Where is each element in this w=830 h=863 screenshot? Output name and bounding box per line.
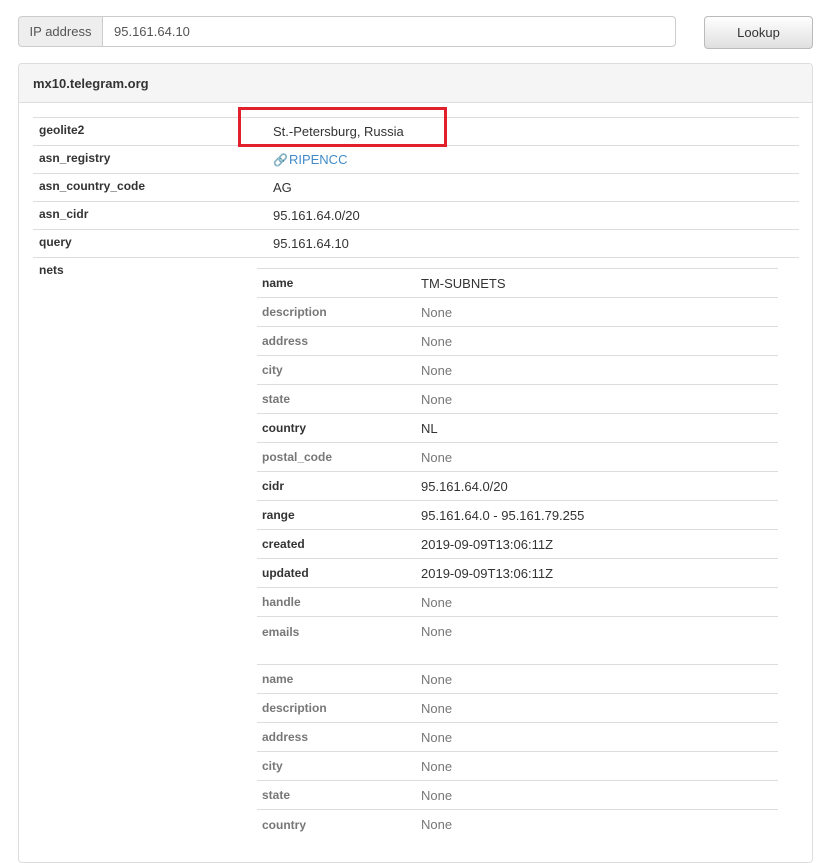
nets-value-cell: name TM-SUBNETS description None address None… [257, 258, 799, 839]
net-field-label: city [262, 363, 283, 377]
query-value: 95.161.64.10 [273, 236, 349, 251]
net-field-value: None [421, 304, 453, 320]
net-row: description None [257, 298, 778, 327]
net-field-label: created [262, 537, 305, 551]
query-label: query [39, 235, 72, 249]
net-row: country NL [257, 414, 778, 443]
result-table: geolite2 St.-Petersburg, Russia asn_regi… [33, 117, 799, 839]
net-field-label: description [262, 701, 327, 715]
net-field-value: None [421, 333, 453, 349]
net-field-value: None [421, 362, 453, 378]
net-row: updated 2019-09-09T13:06:11Z [257, 559, 778, 588]
net-row: city None [257, 356, 778, 385]
net-field-value: 2019-09-09T13:06:11Z [421, 536, 554, 552]
net-field-label: description [262, 305, 327, 319]
link-icon: 🔗 [273, 153, 288, 167]
net-field-label: handle [262, 595, 301, 609]
net-field-label: name [262, 672, 294, 686]
net-row: name None [257, 665, 778, 694]
panel-title: mx10.telegram.org [19, 64, 812, 103]
net-field-label: state [262, 788, 291, 802]
net-field-value: None [421, 729, 453, 745]
asn-country-code-label: asn_country_code [39, 179, 146, 193]
table-row-query: query 95.161.64.10 [33, 229, 799, 257]
table-row-asn-cidr: asn_cidr 95.161.64.0/20 [33, 201, 799, 229]
asn-cidr-label: asn_cidr [39, 207, 89, 221]
net-field-label: address [262, 334, 309, 348]
net-field-label: emails [262, 624, 300, 639]
net-field-value: None [421, 391, 453, 407]
asn-registry-link[interactable]: 🔗RIPENCC [273, 152, 347, 167]
net-field-value: None [421, 671, 453, 687]
asn-registry-link-text: RIPENCC [288, 152, 348, 167]
net-field-label: updated [262, 566, 309, 580]
net-field-label: city [262, 759, 283, 773]
lookup-form: IP address Lookup [18, 16, 813, 49]
net-field-label: address [262, 730, 309, 744]
net-block: name TM-SUBNETS description None address None… [257, 268, 778, 646]
net-row: description None [257, 694, 778, 723]
asn-cidr-value: 95.161.64.0/20 [273, 208, 360, 223]
net-field-value: 95.161.64.0/20 [421, 478, 508, 494]
net-field-label: postal_code [262, 450, 333, 464]
asn-registry-label: asn_registry [39, 151, 111, 165]
net-field-label: range [262, 508, 295, 522]
net-field-label: cidr [262, 479, 285, 493]
ip-address-label: IP address [18, 16, 102, 47]
net-row: cidr 95.161.64.0/20 [257, 472, 778, 501]
table-row-asn-registry: asn_registry 🔗RIPENCC [33, 145, 799, 173]
net-row: postal_code None [257, 443, 778, 472]
result-panel: mx10.telegram.org geolite2 St.-Petersbur… [18, 63, 813, 863]
net-field-value: None [421, 758, 453, 774]
lookup-button[interactable]: Lookup [704, 16, 813, 49]
net-row: emails None [257, 617, 778, 646]
net-row: state None [257, 781, 778, 810]
net-field-value: None [421, 787, 453, 803]
net-row: address None [257, 723, 778, 752]
ip-input-group: IP address [18, 16, 676, 47]
net-field-value: None [421, 449, 453, 465]
net-row: name TM-SUBNETS [257, 269, 778, 298]
table-row-nets: nets name TM-SUBNETS description None addres… [33, 257, 799, 839]
ip-address-input[interactable] [102, 16, 676, 47]
nets-table: name TM-SUBNETS description None address None… [257, 268, 778, 839]
net-field-label: name [262, 276, 294, 290]
net-row: state None [257, 385, 778, 414]
net-field-label: country [262, 421, 307, 435]
net-row: created 2019-09-09T13:06:11Z [257, 530, 778, 559]
table-row-asn-country-code: asn_country_code AG [33, 173, 799, 201]
net-row: city None [257, 752, 778, 781]
net-field-label: country [262, 817, 307, 832]
net-row: handle None [257, 588, 778, 617]
net-field-value: None [421, 817, 453, 832]
net-row: country None [257, 810, 778, 839]
geolite2-label: geolite2 [39, 123, 85, 137]
net-field-value: None [421, 624, 453, 639]
net-field-value: 95.161.64.0 - 95.161.79.255 [421, 507, 585, 523]
asn-registry-value-cell: 🔗RIPENCC [273, 146, 799, 173]
net-field-value: 2019-09-09T13:06:11Z [421, 565, 554, 581]
asn-country-code-value: AG [273, 180, 292, 195]
net-row: range 95.161.64.0 - 95.161.79.255 [257, 501, 778, 530]
net-field-label: state [262, 392, 291, 406]
net-row: address None [257, 327, 778, 356]
net-field-value: TM-SUBNETS [421, 275, 506, 291]
net-field-value: None [421, 594, 453, 610]
geolite2-value: St.-Petersburg, Russia [273, 124, 404, 139]
table-row-geolite2: geolite2 St.-Petersburg, Russia [33, 117, 799, 145]
net-field-value: NL [421, 420, 438, 436]
nets-label: nets [39, 263, 64, 277]
net-field-value: None [421, 700, 453, 716]
net-block: name None description None address None city No… [257, 664, 778, 839]
